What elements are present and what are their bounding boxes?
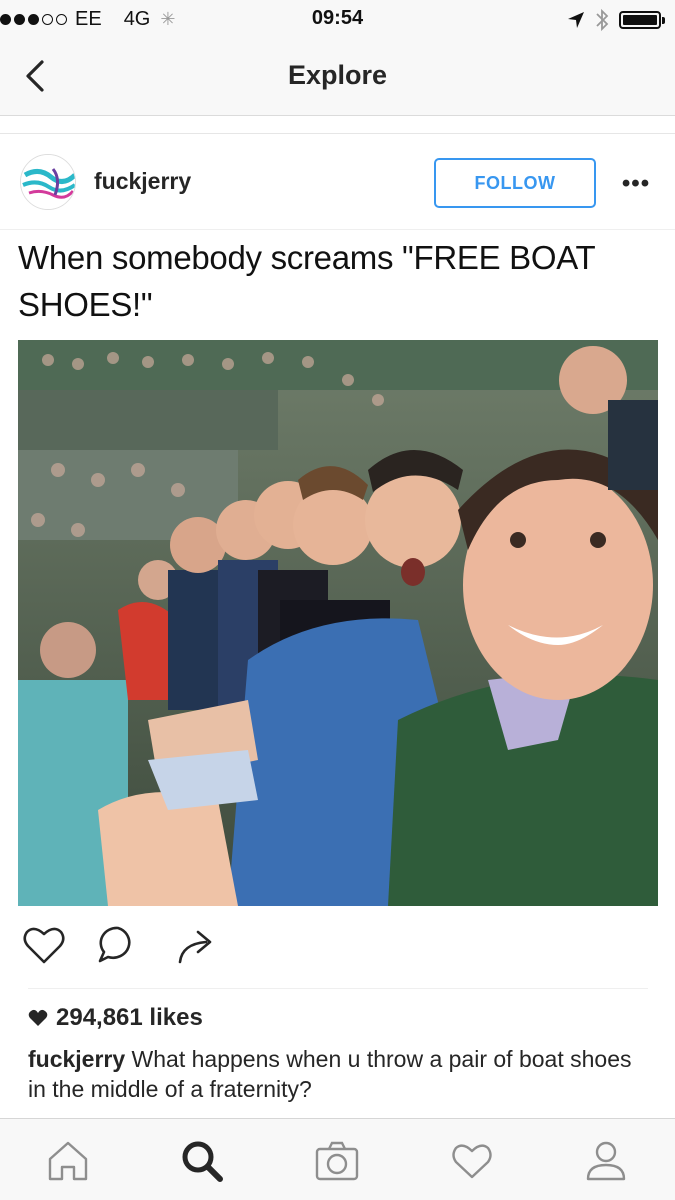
caption-username[interactable]: fuckjerry xyxy=(28,1046,125,1072)
more-options-button[interactable]: ••• xyxy=(616,170,656,197)
comment-button[interactable] xyxy=(94,920,144,970)
heart-filled-icon xyxy=(28,1009,48,1026)
follow-button[interactable]: FOLLOW xyxy=(434,158,596,208)
battery-level xyxy=(623,15,657,25)
heart-icon xyxy=(23,927,65,964)
tab-activity[interactable] xyxy=(448,1137,496,1185)
tab-search[interactable] xyxy=(178,1137,226,1185)
post-photo[interactable] xyxy=(18,340,658,906)
bluetooth-icon xyxy=(596,8,609,32)
post-caption: fuckjerry What happens when u throw a pa… xyxy=(28,1044,648,1104)
like-button[interactable] xyxy=(20,920,70,970)
tab-bar xyxy=(0,1118,675,1200)
status-right xyxy=(567,8,665,32)
nav-bar: Explore xyxy=(0,38,675,116)
search-icon xyxy=(182,1141,223,1182)
share-button[interactable] xyxy=(172,920,222,970)
divider xyxy=(28,988,648,989)
tab-home[interactable] xyxy=(44,1137,92,1185)
location-arrow-icon xyxy=(568,12,584,28)
tab-camera[interactable] xyxy=(313,1137,361,1185)
meme-caption: When somebody screams "FREE BOAT SHOES!" xyxy=(18,239,595,323)
camera-icon xyxy=(315,1141,359,1181)
profile-icon xyxy=(586,1141,626,1181)
post-actions xyxy=(0,920,675,980)
likes-count[interactable]: 294,861 likes xyxy=(28,1004,203,1032)
post-username[interactable]: fuckjerry xyxy=(94,168,191,195)
post-header: fuckjerry FOLLOW ••• xyxy=(0,134,675,230)
home-icon xyxy=(48,1141,88,1181)
tab-profile[interactable] xyxy=(582,1137,630,1185)
comment-icon xyxy=(98,926,131,963)
avatar[interactable] xyxy=(20,154,76,210)
page-title: Explore xyxy=(287,60,388,90)
activity-heart-icon xyxy=(452,1144,492,1179)
status-bar: EE 4G ✳ 09:54 xyxy=(0,0,675,38)
battery-icon xyxy=(619,11,665,29)
share-icon xyxy=(178,930,212,964)
likes-label: 294,861 likes xyxy=(56,1004,203,1031)
